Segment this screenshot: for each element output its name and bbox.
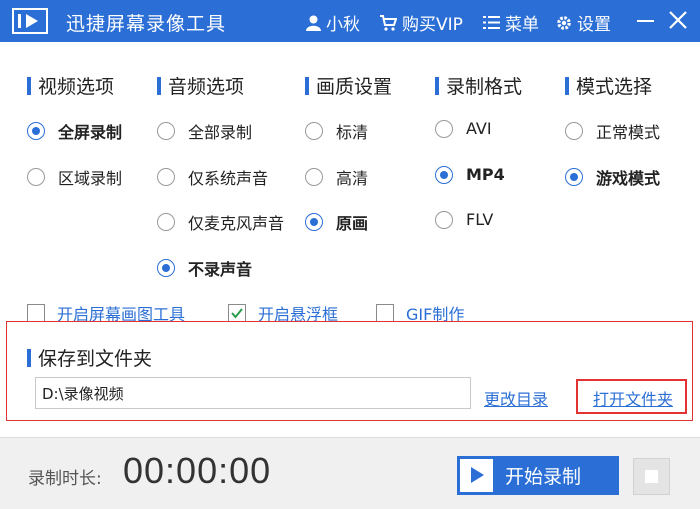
cart-icon: [380, 14, 397, 31]
section-bar: [157, 76, 161, 95]
bottom-bar: 录制时长: 00:00:00 开始录制: [0, 437, 700, 509]
radio-label: AVI: [466, 119, 492, 138]
radio-button[interactable]: [157, 168, 175, 186]
radio-button[interactable]: [305, 122, 323, 140]
quality-settings-title: 画质设置: [316, 76, 393, 98]
close-icon[interactable]: [666, 8, 690, 32]
user-icon: [306, 15, 321, 31]
app-title: 迅捷屏幕录像工具: [66, 13, 227, 35]
section-bar: [27, 348, 31, 367]
buy-vip-button[interactable]: 购买VIP: [379, 10, 463, 35]
mode-select-title: 模式选择: [576, 76, 653, 98]
section-bar: [305, 76, 309, 95]
radio-label: MP4: [466, 165, 505, 184]
radio-button[interactable]: [305, 168, 323, 186]
buy-vip-label: 购买VIP: [402, 15, 463, 35]
radio-game-mode[interactable]: 游戏模式: [565, 165, 660, 189]
section-bar: [435, 76, 439, 95]
radio-label: 区域录制: [58, 169, 123, 188]
radio-label: FLV: [466, 210, 494, 229]
radio-record-all-audio[interactable]: 全部录制: [157, 119, 252, 143]
radio-button[interactable]: [157, 213, 175, 231]
radio-label: 游戏模式: [596, 169, 661, 188]
record-format-title: 录制格式: [446, 76, 523, 98]
radio-button-selected[interactable]: [435, 165, 453, 184]
radio-quality-hd[interactable]: 高清: [305, 165, 368, 189]
radio-button[interactable]: [157, 122, 175, 140]
gear-icon: [557, 15, 571, 30]
radio-button[interactable]: [435, 210, 453, 229]
video-options-title: 视频选项: [38, 76, 115, 98]
menu-button[interactable]: 菜单: [483, 10, 539, 35]
mode-select-heading: 模式选择: [565, 72, 652, 99]
settings-button[interactable]: 设置: [556, 10, 611, 35]
stop-icon[interactable]: [633, 458, 670, 495]
change-directory-link[interactable]: 更改目录: [484, 386, 548, 410]
radio-label: 仅系统声音: [188, 169, 269, 188]
radio-button-selected[interactable]: [27, 122, 45, 140]
checkbox[interactable]: [27, 304, 45, 322]
menu-label: 菜单: [505, 15, 539, 35]
radio-button-selected[interactable]: [565, 168, 583, 186]
list-menu-icon: [483, 16, 500, 29]
quality-settings-heading: 画质设置: [305, 72, 392, 99]
radio-format-mp4[interactable]: MP4: [435, 165, 505, 184]
video-camera-logo-icon: [12, 8, 48, 34]
radio-label: 标清: [336, 123, 369, 142]
section-bar: [565, 76, 569, 95]
audio-options-heading: 音频选项: [157, 72, 244, 99]
radio-format-avi[interactable]: AVI: [435, 119, 492, 138]
radio-system-audio-only[interactable]: 仅系统声音: [157, 165, 268, 189]
checkbox-checked[interactable]: [228, 304, 246, 322]
open-folder-link[interactable]: 打开文件夹: [593, 386, 673, 410]
radio-button[interactable]: [565, 122, 583, 140]
record-format-heading: 录制格式: [435, 72, 522, 99]
settings-label: 设置: [577, 15, 611, 35]
radio-label: 高清: [336, 169, 369, 188]
radio-region-record[interactable]: 区域录制: [27, 165, 122, 189]
start-record-label: 开始录制: [505, 466, 582, 488]
radio-label: 仅麦克风声音: [188, 214, 285, 233]
save-folder-heading: 保存到文件夹: [27, 344, 152, 371]
radio-button-selected[interactable]: [305, 213, 323, 231]
radio-label: 不录声音: [188, 260, 253, 279]
radio-label: 原画: [336, 214, 369, 233]
save-path-input[interactable]: [35, 377, 471, 409]
radio-normal-mode[interactable]: 正常模式: [565, 119, 660, 143]
checkbox[interactable]: [376, 304, 394, 322]
minimize-icon[interactable]: [634, 8, 658, 32]
audio-options-title: 音频选项: [168, 76, 245, 98]
record-duration-value: 00:00:00: [123, 450, 272, 491]
section-bar: [27, 76, 31, 95]
radio-label: 正常模式: [596, 123, 661, 142]
checkmark-icon: [231, 308, 243, 319]
play-icon: [460, 459, 493, 492]
radio-button-selected[interactable]: [157, 259, 175, 277]
radio-no-audio[interactable]: 不录声音: [157, 256, 252, 280]
record-duration-label: 录制时长:: [28, 469, 102, 489]
radio-button[interactable]: [435, 119, 453, 138]
radio-quality-sd[interactable]: 标清: [305, 119, 368, 143]
radio-button[interactable]: [27, 168, 45, 186]
user-account-button[interactable]: 小秋: [306, 10, 360, 35]
radio-mic-audio-only[interactable]: 仅麦克风声音: [157, 210, 284, 234]
radio-fullscreen-record[interactable]: 全屏录制: [27, 119, 122, 143]
save-folder-title: 保存到文件夹: [38, 348, 153, 370]
radio-label: 全部录制: [188, 123, 253, 142]
video-options-heading: 视频选项: [27, 72, 114, 99]
radio-format-flv[interactable]: FLV: [435, 210, 493, 229]
user-name: 小秋: [326, 15, 360, 35]
title-bar: 迅捷屏幕录像工具 小秋 购买VIP 菜单 设置: [0, 0, 700, 42]
radio-label: 全屏录制: [58, 123, 123, 142]
start-record-button[interactable]: 开始录制: [457, 456, 619, 495]
radio-quality-original[interactable]: 原画: [305, 210, 368, 234]
